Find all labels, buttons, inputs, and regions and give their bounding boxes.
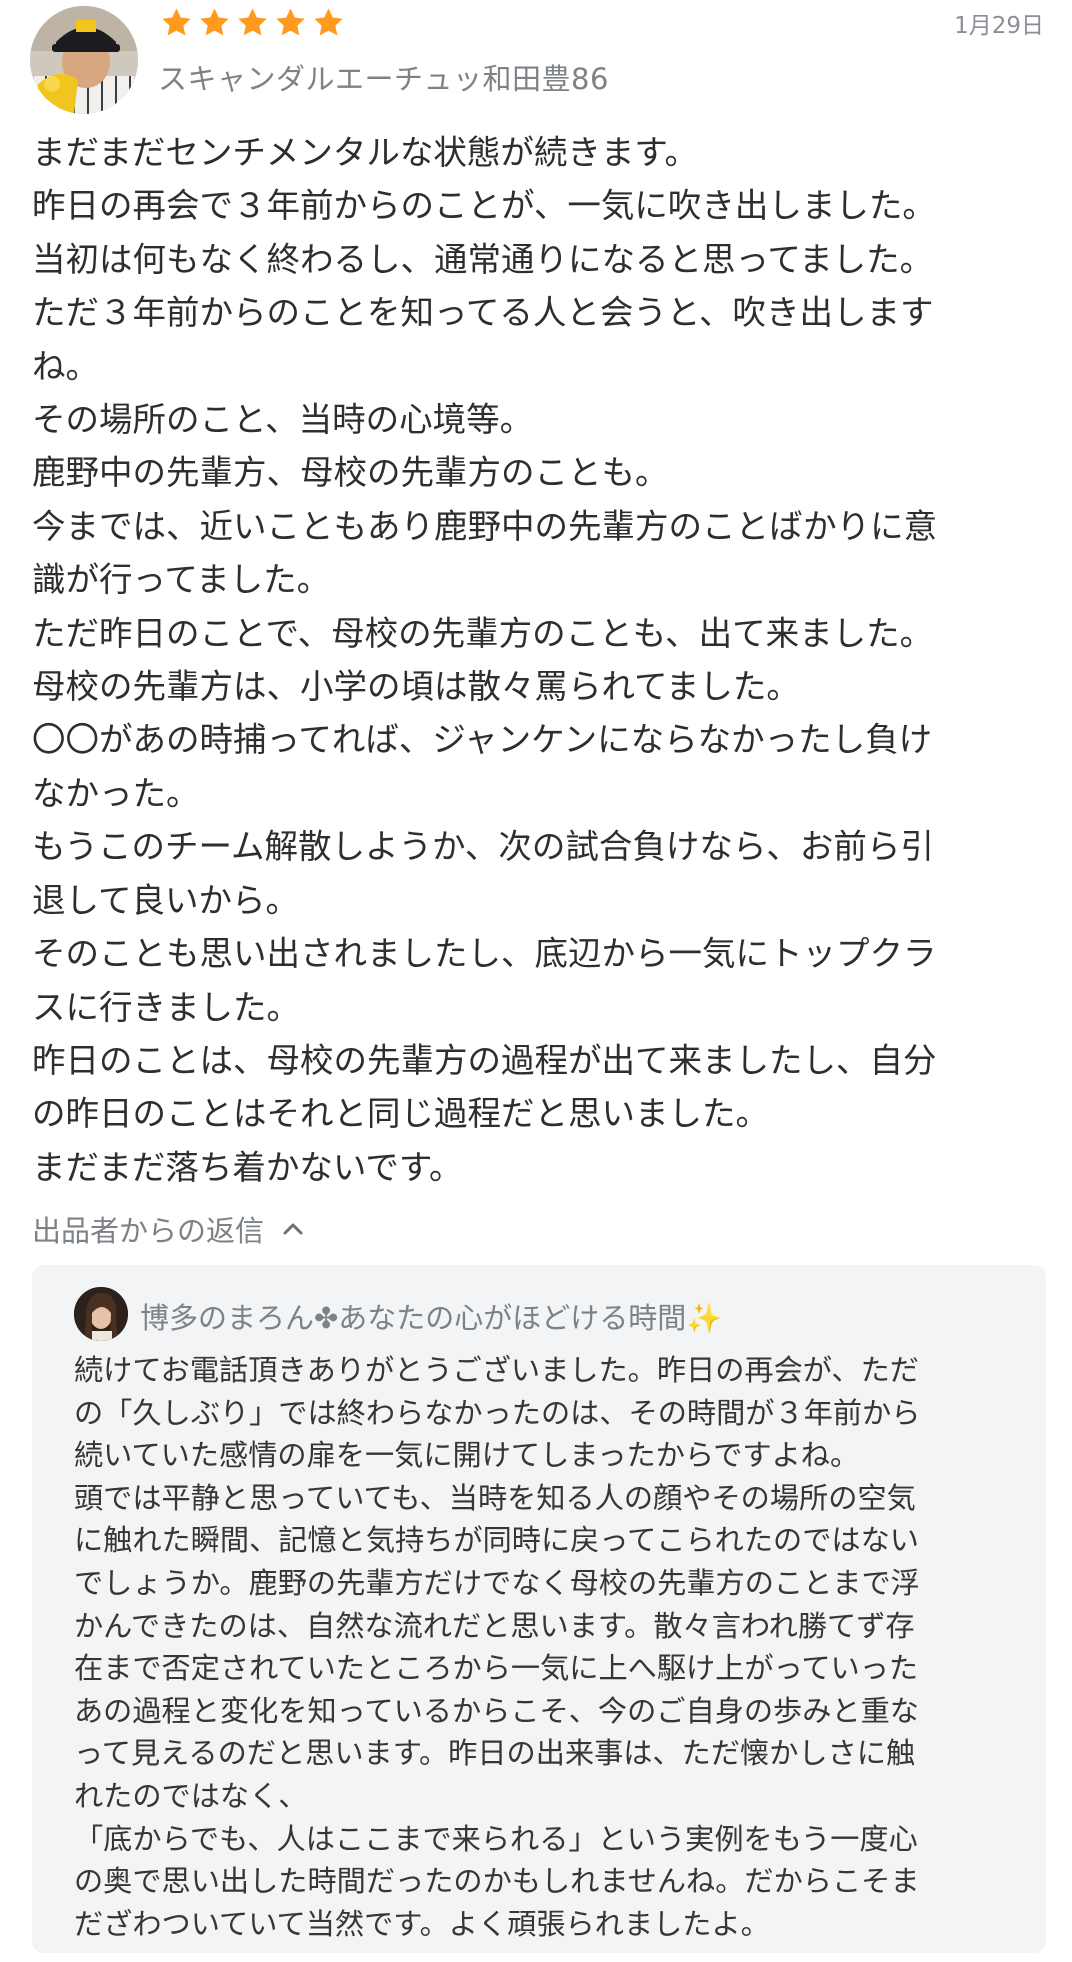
review-date: 1月29日 bbox=[954, 13, 1044, 39]
review-line: の昨日のことはそれと同じ過程だと思いました。 bbox=[32, 1094, 769, 1134]
review-card: 1月29日 スキャンダルエーチュッ和田豊86 まだまだセンチメンタルな状態が続き… bbox=[0, 0, 1072, 1962]
review-line: 当初は何もなく終わるし、通常通りになると思ってました。 bbox=[32, 239, 934, 279]
star-icon bbox=[200, 8, 229, 36]
review-line: その場所のこと、当時の心境等。 bbox=[32, 400, 534, 440]
reviewer-name[interactable]: スキャンダルエーチュッ和田豊86 bbox=[158, 56, 609, 98]
seller-reply-box: 博多のまろん✤あなたの心がほどける時間✨ 続けてお電話頂きありがとうございました… bbox=[32, 1265, 1046, 1953]
reply-line: の奥で思い出した時間だったのかもしれませんね。だからこそま bbox=[74, 1864, 920, 1899]
review-line: ただ３年前からのことを知ってる人と会うと、吹き出します bbox=[32, 293, 934, 333]
star-icon bbox=[314, 8, 343, 36]
reply-line: って見えるのだと思います。昨日の出来事は、ただ懐かしさに触 bbox=[74, 1736, 916, 1771]
seller-avatar[interactable] bbox=[74, 1287, 128, 1341]
review-line: 昨日のことは、母校の先輩方の過程が出て来ましたし、自分 bbox=[32, 1040, 937, 1080]
reply-line: かんできたのは、自然な流れだと思います。散々言われ勝てず存 bbox=[74, 1608, 915, 1643]
review-line: 鹿野中の先輩方、母校の先輩方のことも。 bbox=[32, 453, 669, 493]
star-icon bbox=[162, 8, 191, 36]
review-line: スに行きました。 bbox=[32, 987, 300, 1027]
review-line: まだまだ落ち着かないです。 bbox=[32, 1147, 463, 1187]
reply-line: 続けてお電話頂きありがとうございました。昨日の再会が、ただ bbox=[74, 1353, 919, 1387]
chevron-up-icon bbox=[283, 1223, 303, 1235]
review-line: ね。 bbox=[32, 346, 99, 386]
reply-line: 続いていた感情の扉を一気に開けてしまったからですよね。 bbox=[74, 1438, 860, 1473]
reply-line: だざわついていて当然です。よく頑張られましたよ。 bbox=[74, 1906, 770, 1941]
review-text: まだまだセンチメンタルな状態が続きます。昨日の再会で３年前からのことが、一気に吹… bbox=[32, 126, 1042, 1194]
review-line: ただ昨日のことで、母校の先輩方のことも、出て来ました。 bbox=[32, 613, 934, 653]
review-line: なかった。 bbox=[32, 773, 200, 813]
rating-stars bbox=[160, 6, 345, 39]
seller-photo bbox=[74, 1287, 128, 1341]
reply-line: あの過程と変化を知っているからこそ、今のご自身の歩みと重な bbox=[74, 1693, 919, 1728]
review-line: 今までは、近いこともあり鹿野中の先輩方のことばかりに意 bbox=[32, 506, 938, 546]
reply-line: 頭では平静と思っていても、当時を知る人の顔やその場所の空気 bbox=[74, 1480, 916, 1515]
reply-line: 在まで否定されていたところから一気に上へ駆け上がっていった bbox=[74, 1651, 919, 1686]
star-icon bbox=[238, 8, 267, 36]
seller-name-text: 博多のまろん✤あなたの心がほどける時間 bbox=[140, 1301, 687, 1335]
seller-reply-toggle-label: 出品者からの返信 bbox=[32, 1214, 265, 1248]
reply-line: れたのではなく、 bbox=[74, 1778, 308, 1813]
seller-name[interactable]: 博多のまろん✤あなたの心がほどける時間✨ bbox=[140, 1295, 722, 1337]
seller-reply-toggle[interactable]: 出品者からの返信 bbox=[32, 1208, 304, 1250]
reply-line: でしょうか。鹿野の先輩方だけでなく母校の先輩方のことまで浮 bbox=[74, 1565, 920, 1600]
review-line: まだまだセンチメンタルな状態が続きます。 bbox=[32, 133, 698, 172]
seller-reply-text: 続けてお電話頂きありがとうございました。昨日の再会が、ただ の「久しぶり」では終わ… bbox=[74, 1349, 1024, 1945]
reviewer-avatar[interactable] bbox=[30, 6, 138, 114]
reply-line: に触れた瞬間、記憶と気持ちが同時に戻ってこられたのではない bbox=[74, 1523, 919, 1558]
review-line: 母校の先輩方は、小学の頃は散々罵られてました。 bbox=[32, 667, 800, 707]
reviewer-photo bbox=[30, 6, 138, 114]
review-line: 識が行ってました。 bbox=[32, 560, 331, 600]
sparkles-icon: ✨ bbox=[686, 1301, 723, 1335]
review-line: そのことも思い出されましたし、底辺から一気にトップクラ bbox=[32, 934, 937, 974]
review-line: もうこのチーム解散しようか、次の試合負けなら、お前ら引 bbox=[32, 827, 934, 867]
reply-line: 「底からでも、人はここまで来られる」という実例をもう一度心 bbox=[74, 1821, 918, 1856]
star-icon bbox=[276, 8, 305, 36]
reply-line: の「久しぶり」では終わらなかったのは、その時間が３年前から bbox=[74, 1395, 921, 1430]
review-line: 退して良いから。 bbox=[32, 880, 299, 920]
review-line: 〇〇があの時捕ってれば、ジャンケンにならなかったし負け bbox=[32, 720, 933, 760]
review-line: 昨日の再会で３年前からのことが、一気に吹き出しました。 bbox=[32, 186, 936, 226]
